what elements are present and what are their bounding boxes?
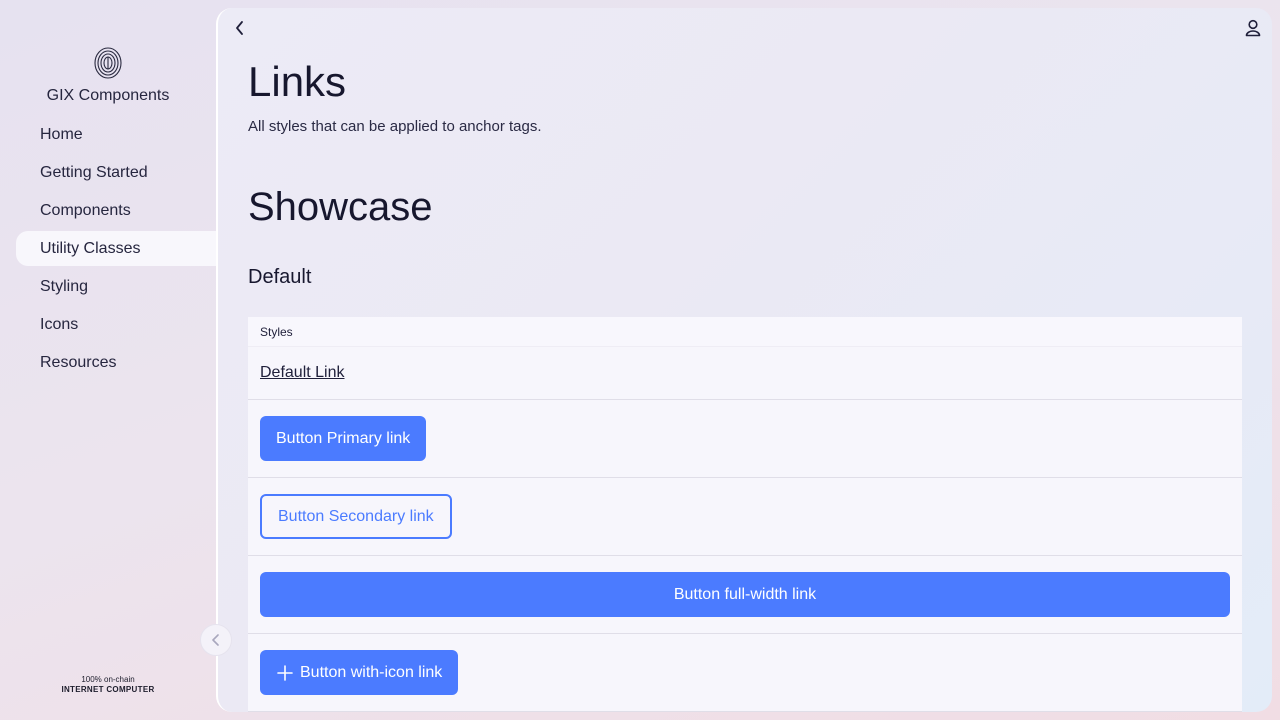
brand[interactable]: GIX Components [0, 46, 216, 105]
main-panel: Links All styles that can be applied to … [216, 8, 1272, 712]
sidebar-item-components[interactable]: Components [16, 193, 216, 228]
section-title: Showcase [248, 185, 433, 229]
internet-computer-badge[interactable]: 100% on-chain INTERNET COMPUTER [60, 675, 156, 695]
table-row: Button Secondary link [248, 478, 1242, 556]
sidebar-item-resources[interactable]: Resources [16, 345, 216, 380]
sub-section-title: Default [248, 266, 312, 288]
table-row: Button Primary link [248, 400, 1242, 478]
table-row: Default Link [248, 347, 1242, 400]
button-with-icon-link[interactable]: Button with-icon link [260, 650, 459, 695]
sidebar-nav: Home Getting Started Components Utility … [16, 117, 216, 383]
user-button[interactable] [1242, 17, 1264, 39]
table-row: Button with-icon link [248, 634, 1242, 712]
button-with-icon-label: Button with-icon link [300, 663, 443, 681]
fingerprint-logo-icon [94, 47, 122, 79]
styles-table: Styles Default Link Button Primary link … [248, 317, 1242, 712]
page-title: Links [248, 58, 347, 105]
table-header: Styles [248, 317, 1242, 347]
sidebar-item-getting-started[interactable]: Getting Started [16, 155, 216, 190]
button-secondary-link[interactable]: Button Secondary link [260, 494, 452, 539]
brand-name: GIX Components [46, 87, 170, 104]
button-full-width-link[interactable]: Button full-width link [260, 572, 1230, 617]
badge-line-1: 100% on-chain [81, 675, 135, 684]
sidebar-item-styling[interactable]: Styling [16, 269, 216, 304]
user-icon [1245, 19, 1261, 37]
collapse-sidebar-button[interactable] [200, 624, 232, 656]
sidebar-item-utility-classes[interactable]: Utility Classes [16, 231, 216, 266]
page-subtitle: All styles that can be applied to anchor… [248, 118, 542, 135]
button-primary-link[interactable]: Button Primary link [260, 416, 427, 461]
back-button[interactable] [230, 18, 250, 38]
chevron-left-icon [212, 634, 219, 646]
plus-icon [277, 664, 293, 681]
chevron-left-icon [236, 21, 243, 35]
default-link[interactable]: Default Link [260, 364, 345, 382]
sidebar-item-icons[interactable]: Icons [16, 307, 216, 342]
sidebar-item-home[interactable]: Home [16, 117, 216, 152]
sidebar: GIX Components Home Getting Started Comp… [0, 0, 216, 720]
table-row: Button full-width link [248, 556, 1242, 634]
badge-line-2: INTERNET COMPUTER [61, 685, 155, 694]
